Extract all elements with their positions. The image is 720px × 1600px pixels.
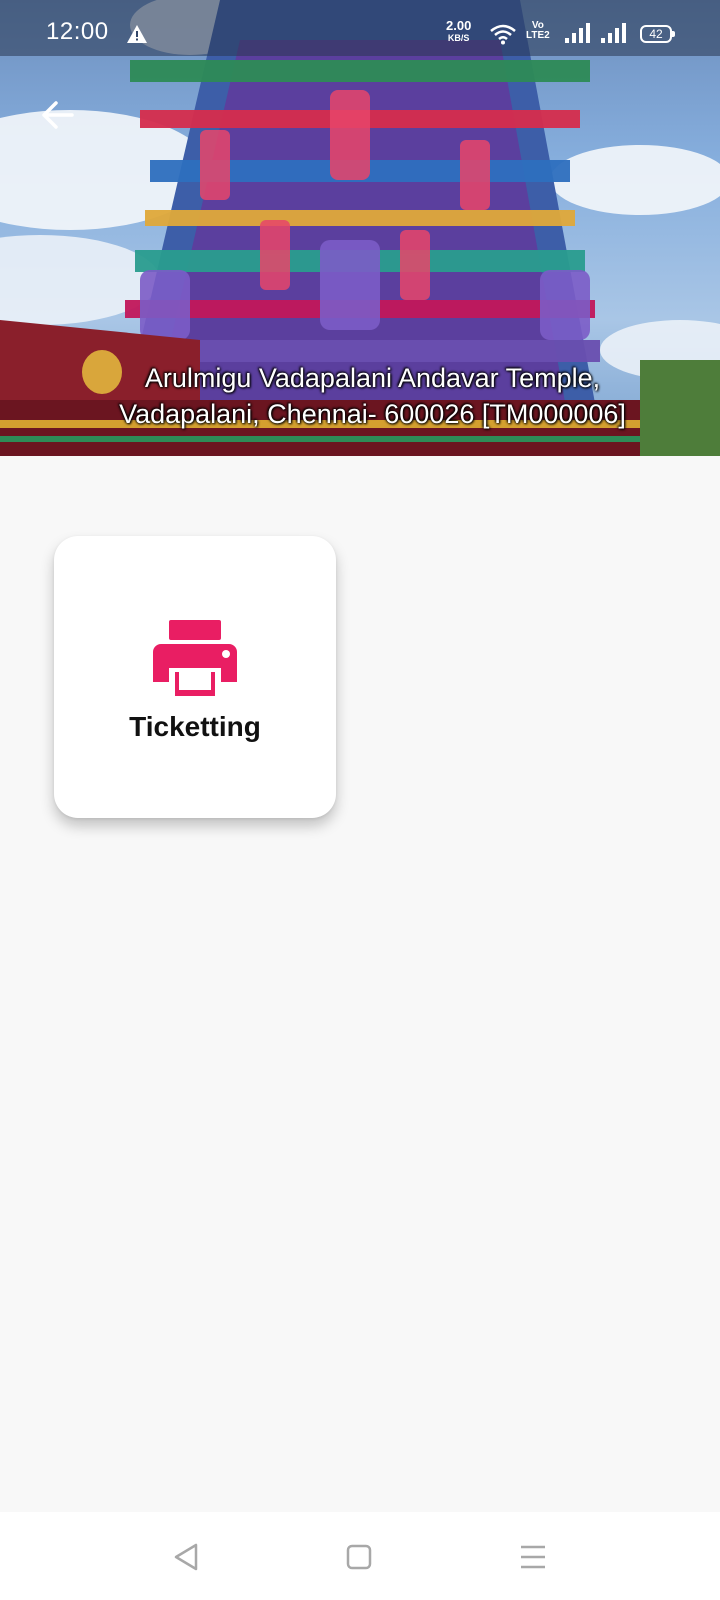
nav-home-button[interactable] (342, 1540, 376, 1574)
nav-recents-button[interactable] (516, 1540, 550, 1574)
signal-sim1-icon (564, 22, 590, 49)
network-speed: 2.00 KB/S (446, 18, 472, 44)
status-bar: 12:00 2.00 KB/S Vo LTE2 42 (0, 0, 720, 56)
menu-lines-icon (521, 1545, 545, 1569)
temple-title-line2: Vadapalani, Chennai- 600026 [TM000006] (119, 399, 626, 429)
back-triangle-icon (174, 1543, 198, 1571)
nav-back-button[interactable] (170, 1540, 204, 1574)
signal-sim2-icon (600, 22, 626, 49)
warning-icon (126, 24, 148, 49)
volte-bottom: LTE2 (526, 30, 550, 41)
temple-title-line1: Arulmigu Vadapalani Andavar Temple, (144, 363, 601, 393)
back-button[interactable] (30, 88, 84, 142)
battery-icon: 42 (640, 25, 675, 43)
home-square-icon (346, 1544, 372, 1570)
arrow-left-icon (42, 101, 74, 129)
temple-title: Arulmigu Vadapalani Andavar Temple, Vada… (20, 360, 720, 432)
ticketting-card[interactable]: Ticketting (54, 536, 336, 818)
printer-icon (153, 620, 237, 701)
ticketting-label: Ticketting (129, 711, 261, 742)
system-nav-bar (0, 1512, 720, 1600)
wifi-icon (490, 23, 516, 50)
header-image: 12:00 2.00 KB/S Vo LTE2 42 Arulmigu Vada… (0, 0, 720, 456)
status-time: 12:00 (46, 18, 109, 45)
network-speed-unit: KB/S (447, 33, 470, 43)
network-speed-value: 2.00 (446, 18, 472, 33)
volte-icon: Vo LTE2 (526, 21, 550, 41)
